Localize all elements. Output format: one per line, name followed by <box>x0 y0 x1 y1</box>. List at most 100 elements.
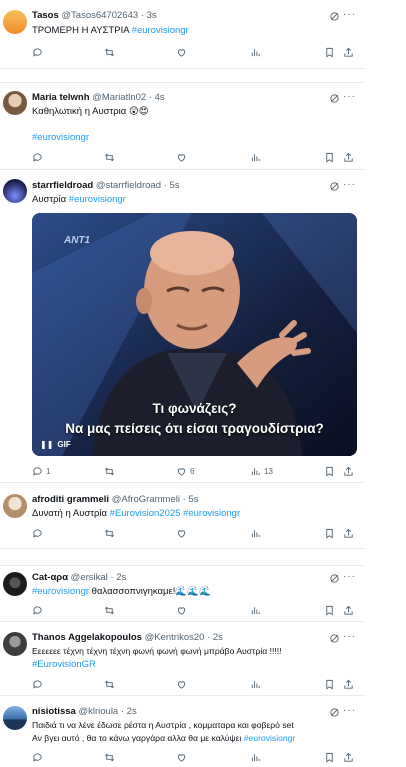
more-icon[interactable]: ··· <box>343 10 356 20</box>
tweet-thanos[interactable]: Thanos Aggelakopoulos @Kentrikos20 · 2s … <box>0 625 366 696</box>
tweet-afroditi[interactable]: afroditi grammeli @AfroGrammeli · 5s Δυν… <box>0 484 366 549</box>
retweet-button[interactable] <box>104 751 115 763</box>
timestamp[interactable]: 3s <box>147 10 157 21</box>
share-button[interactable] <box>343 46 354 58</box>
like-button[interactable] <box>176 751 187 763</box>
timestamp[interactable]: 2s <box>127 706 137 717</box>
views-button[interactable] <box>250 151 261 163</box>
bookmark-button[interactable] <box>324 604 335 616</box>
handle[interactable]: @starrfieldroad <box>96 180 161 191</box>
retweet-button[interactable] <box>104 151 115 163</box>
share-button[interactable] <box>343 751 354 763</box>
gif-media[interactable]: ANT1 Τι φωνάζεις? Να μας πείσεις ότι είσ… <box>32 213 357 456</box>
tweet-nisiotissa[interactable]: nisiotissa @klrioula · 2s ··· Παιδιά τι … <box>0 700 366 767</box>
reply-button[interactable] <box>32 151 43 163</box>
retweet-button[interactable] <box>104 604 115 616</box>
tweet-maria[interactable]: Maria telwnh @Mariatln02 · 4s ··· Καθηλω… <box>0 82 366 170</box>
display-name[interactable]: starrfieldroad <box>32 180 93 191</box>
handle[interactable]: @Kentrikos20 <box>145 632 205 643</box>
pause-icon[interactable]: ❚❚ <box>40 440 53 449</box>
grok-icon[interactable] <box>329 633 340 644</box>
views-button[interactable] <box>250 604 261 616</box>
bookmark-button[interactable] <box>324 46 335 58</box>
hashtag-link[interactable]: #EurovisionGR <box>32 659 96 670</box>
tweet-catara[interactable]: Cat-αρα @ersikal · 2s ··· #eurovisiongr … <box>0 565 366 622</box>
hashtag-link[interactable]: #eurovisiongr <box>132 25 189 36</box>
more-icon[interactable]: ··· <box>343 92 356 102</box>
timestamp[interactable]: 4s <box>155 92 165 103</box>
like-button[interactable] <box>176 678 187 690</box>
bookmark-button[interactable] <box>324 678 335 690</box>
tweet-starrfieldroad[interactable]: starrfieldroad @starrfieldroad · 5s ··· … <box>0 170 366 483</box>
hashtag-link[interactable]: #eurovisiongr <box>32 586 89 597</box>
handle[interactable]: @Mariatln02 <box>92 92 146 103</box>
reply-button[interactable] <box>32 751 43 763</box>
handle[interactable]: @Tasos64702643 <box>61 10 138 21</box>
timestamp[interactable]: 2s <box>213 632 223 643</box>
retweet-button[interactable] <box>104 465 115 477</box>
views-button[interactable] <box>250 527 261 539</box>
avatar[interactable] <box>3 572 27 596</box>
bookmark-button[interactable] <box>324 751 335 763</box>
display-name[interactable]: afroditi grammeli <box>32 494 109 505</box>
more-icon[interactable]: ··· <box>343 572 356 582</box>
display-name[interactable]: Cat-αρα <box>32 572 68 583</box>
share-button[interactable] <box>343 527 354 539</box>
hashtag-link[interactable]: #eurovisiongr <box>244 733 296 743</box>
hashtag-link[interactable]: #eurovisiongr <box>69 194 126 205</box>
bookmark-button[interactable] <box>324 527 335 539</box>
avatar[interactable] <box>3 10 27 34</box>
share-button[interactable] <box>343 678 354 690</box>
avatar[interactable] <box>3 632 27 656</box>
grok-icon[interactable] <box>329 707 340 718</box>
display-name[interactable]: Thanos Aggelakopoulos <box>32 632 142 643</box>
grok-icon[interactable] <box>329 181 340 192</box>
share-button[interactable] <box>343 151 354 163</box>
reply-button[interactable] <box>32 604 43 616</box>
tweet-tasos[interactable]: Tasos @Tasos64702643 · 3s ··· ΤΡΟΜΕΡΗ Η … <box>0 0 366 69</box>
more-icon[interactable]: ··· <box>343 706 356 716</box>
like-button[interactable] <box>176 46 187 58</box>
views-button[interactable] <box>250 678 261 690</box>
bookmark-button[interactable] <box>324 151 335 163</box>
hashtag-link[interactable]: #Eurovision2025 <box>110 508 181 519</box>
views-button[interactable]: 13 <box>250 465 273 477</box>
avatar[interactable] <box>3 91 27 115</box>
share-button[interactable] <box>343 604 354 616</box>
display-name[interactable]: Tasos <box>32 10 59 21</box>
handle[interactable]: @AfroGrammeli <box>112 494 180 505</box>
reply-button[interactable] <box>32 46 43 58</box>
timestamp[interactable]: 5s <box>169 180 179 191</box>
hashtag-link[interactable]: #eurovisiongr <box>32 132 89 143</box>
more-icon[interactable]: ··· <box>343 180 356 190</box>
avatar[interactable] <box>3 706 27 730</box>
like-button[interactable] <box>176 151 187 163</box>
avatar[interactable] <box>3 494 27 518</box>
views-button[interactable] <box>250 46 261 58</box>
retweet-button[interactable] <box>104 678 115 690</box>
hashtag-link[interactable]: #eurovisiongr <box>183 508 240 519</box>
handle[interactable]: @klrioula <box>78 706 118 717</box>
handle[interactable]: @ersikal <box>71 572 108 583</box>
gif-badge[interactable]: ❚❚ GIF <box>40 440 71 449</box>
more-icon[interactable]: ··· <box>343 632 356 642</box>
avatar[interactable] <box>3 179 27 203</box>
like-button[interactable] <box>176 527 187 539</box>
timestamp[interactable]: 2s <box>116 572 126 583</box>
display-name[interactable]: nisiotissa <box>32 706 76 717</box>
views-button[interactable] <box>250 751 261 763</box>
display-name[interactable]: Maria telwnh <box>32 92 90 103</box>
like-button[interactable] <box>176 604 187 616</box>
retweet-button[interactable] <box>104 46 115 58</box>
reply-button[interactable] <box>32 678 43 690</box>
bookmark-button[interactable] <box>324 465 335 477</box>
share-button[interactable] <box>343 465 354 477</box>
timestamp[interactable]: 5s <box>188 494 198 505</box>
reply-button[interactable] <box>32 527 43 539</box>
grok-icon[interactable] <box>329 11 340 22</box>
grok-icon[interactable] <box>329 93 340 104</box>
like-button[interactable]: 6 <box>176 465 194 477</box>
grok-icon[interactable] <box>329 573 340 584</box>
retweet-button[interactable] <box>104 527 115 539</box>
reply-button[interactable]: 1 <box>32 465 50 477</box>
